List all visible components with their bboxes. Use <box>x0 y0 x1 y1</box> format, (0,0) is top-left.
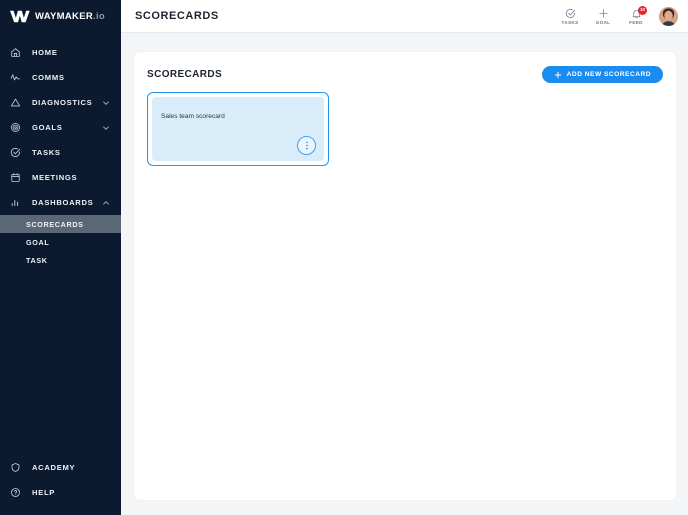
pulse-icon <box>8 70 23 85</box>
scorecard-card[interactable]: Sales team scorecard <box>147 92 329 166</box>
app-root: WAYMAKER.io HOME COMMS DIAGNOSTICS GOALS… <box>0 0 688 515</box>
sidebar-nav: HOME COMMS DIAGNOSTICS GOALS TASKS MEETI… <box>0 40 121 269</box>
scorecard-title: Sales team scorecard <box>161 113 225 120</box>
page-title: SCORECARDS <box>135 10 219 22</box>
bar-chart-icon <box>8 195 23 210</box>
header-action-label: GOAL <box>595 19 611 25</box>
check-circle-icon <box>565 8 576 19</box>
plus-icon <box>554 71 562 79</box>
chevron-down-icon[interactable] <box>102 99 110 107</box>
sidebar-item-diagnostics[interactable]: DIAGNOSTICS <box>0 90 121 115</box>
waymaker-logo-icon <box>10 10 30 23</box>
add-new-scorecard-label: ADD NEW SCORECARD <box>566 71 651 78</box>
sidebar-item-label: COMMS <box>32 73 65 82</box>
panel-header: SCORECARDS ADD NEW SCORECARD <box>147 66 663 83</box>
header-action-label: TASKS <box>561 19 579 25</box>
sidebar-item-help[interactable]: HELP <box>0 480 121 505</box>
scorecard-card-body: Sales team scorecard <box>152 97 324 161</box>
chevron-up-icon[interactable] <box>102 199 110 207</box>
logo-suffix: .io <box>93 11 105 22</box>
home-icon <box>8 45 23 60</box>
content-area: SCORECARDS ADD NEW SCORECARD Sales team … <box>121 33 688 515</box>
sidebar-item-label: DIAGNOSTICS <box>32 98 93 107</box>
plus-icon <box>598 8 609 19</box>
add-new-scorecard-button[interactable]: ADD NEW SCORECARD <box>541 66 663 83</box>
sidebar-subitem-label: SCORECARDS <box>26 219 84 229</box>
sidebar-item-home[interactable]: HOME <box>0 40 121 65</box>
sidebar: WAYMAKER.io HOME COMMS DIAGNOSTICS GOALS… <box>0 0 121 515</box>
scorecard-menu-button[interactable] <box>297 136 316 155</box>
sidebar-item-scorecards[interactable]: SCORECARDS <box>0 215 121 233</box>
sidebar-item-task[interactable]: TASK <box>0 251 121 269</box>
calendar-icon <box>8 170 23 185</box>
sidebar-item-label: MEETINGS <box>32 173 78 182</box>
check-circle-icon <box>8 145 23 160</box>
avatar[interactable] <box>659 6 678 26</box>
sidebar-item-label: DASHBOARDS <box>32 198 94 207</box>
sidebar-subitem-label: TASK <box>26 255 48 265</box>
top-header: SCORECARDS TASKS GOAL 10 FEED <box>121 0 688 33</box>
header-actions: TASKS GOAL 10 FEED <box>558 5 678 26</box>
sidebar-item-tasks[interactable]: TASKS <box>0 140 121 165</box>
sidebar-bottom-nav: ACADEMY HELP <box>0 455 121 505</box>
panel-title: SCORECARDS <box>147 69 223 80</box>
main-area: SCORECARDS TASKS GOAL 10 FEED SCORECARDS… <box>121 0 688 515</box>
sidebar-item-goal[interactable]: GOAL <box>0 233 121 251</box>
sidebar-item-label: GOALS <box>32 123 63 132</box>
sidebar-item-dashboards[interactable]: DASHBOARDS <box>0 190 121 215</box>
logo-name: WAYMAKER <box>35 11 93 22</box>
chevron-down-icon[interactable] <box>102 124 110 132</box>
sidebar-item-meetings[interactable]: MEETINGS <box>0 165 121 190</box>
logo-text: WAYMAKER.io <box>35 11 105 22</box>
header-action-tasks[interactable]: TASKS <box>558 8 582 25</box>
sidebar-item-label: HELP <box>32 488 56 497</box>
sidebar-item-comms[interactable]: COMMS <box>0 65 121 90</box>
help-circle-icon <box>8 485 23 500</box>
scorecards-panel: SCORECARDS ADD NEW SCORECARD Sales team … <box>134 52 676 500</box>
sidebar-item-label: HOME <box>32 48 58 57</box>
feed-badge: 10 <box>638 5 647 15</box>
sidebar-item-label: ACADEMY <box>32 463 76 472</box>
header-action-label: FEED <box>629 19 643 25</box>
triangle-icon <box>8 95 23 110</box>
sidebar-subitem-label: GOAL <box>26 237 50 247</box>
header-action-feed[interactable]: 10 FEED <box>624 5 648 25</box>
sidebar-item-academy[interactable]: ACADEMY <box>0 455 121 480</box>
logo[interactable]: WAYMAKER.io <box>0 0 121 33</box>
target-icon <box>8 120 23 135</box>
header-action-goal[interactable]: GOAL <box>591 8 615 25</box>
shield-icon <box>8 460 23 475</box>
sidebar-item-label: TASKS <box>32 148 61 157</box>
sidebar-item-goals[interactable]: GOALS <box>0 115 121 140</box>
